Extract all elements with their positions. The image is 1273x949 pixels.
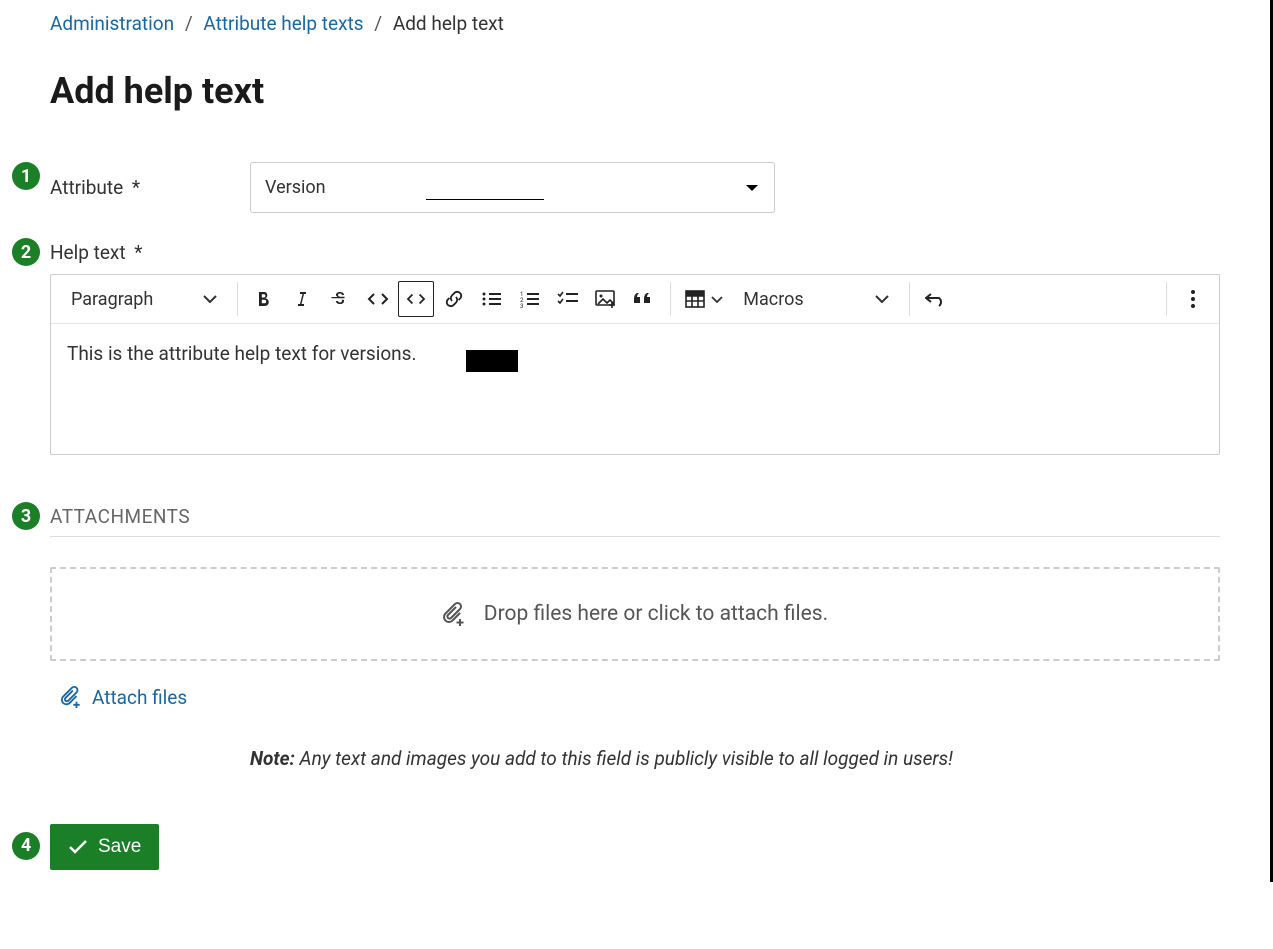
attribute-select-wrapper: Version — [250, 162, 775, 213]
svg-text:3: 3 — [520, 303, 523, 308]
editor-toolbar: Paragraph 123 — [51, 275, 1219, 324]
breadcrumb-separator: / — [185, 12, 193, 35]
inline-code-button[interactable] — [360, 281, 396, 317]
attach-files-link[interactable]: Attach files — [50, 679, 197, 715]
bold-button[interactable] — [246, 281, 282, 317]
attach-files-label: Attach files — [92, 686, 187, 709]
redacted-block — [466, 350, 518, 372]
attribute-select[interactable]: Version — [250, 162, 775, 213]
task-list-button[interactable] — [550, 281, 586, 317]
editor-content-area[interactable]: This is the attribute help text for vers… — [51, 324, 1219, 454]
page-title: Add help text — [50, 70, 1220, 112]
macros-label: Macros — [743, 289, 803, 310]
strikethrough-icon — [330, 290, 350, 308]
required-mark: * — [132, 176, 140, 199]
code-block-icon — [406, 291, 426, 307]
attachment-dropzone[interactable]: Drop files here or click to attach files… — [50, 567, 1220, 661]
quote-icon — [634, 291, 654, 307]
save-button[interactable]: Save — [50, 824, 159, 870]
attachments-section: 3 ATTACHMENTS Drop files here or click t… — [50, 505, 1220, 715]
chevron-down-icon — [745, 183, 759, 193]
toolbar-divider — [1166, 282, 1167, 316]
step-badge-4: 4 — [12, 832, 40, 860]
attribute-label: Attribute * — [50, 176, 250, 199]
breadcrumb-link-administration[interactable]: Administration — [50, 12, 174, 35]
undo-button[interactable] — [918, 281, 954, 317]
breadcrumb-link-attribute-help-texts[interactable]: Attribute help texts — [203, 12, 363, 35]
blockquote-button[interactable] — [626, 281, 662, 317]
toolbar-divider — [909, 282, 910, 316]
numbered-list-button[interactable]: 123 — [512, 281, 548, 317]
dropzone-text: Drop files here or click to attach files… — [484, 602, 828, 626]
paperclip-icon — [442, 601, 466, 627]
step-badge-3: 3 — [12, 502, 40, 530]
italic-icon — [293, 290, 311, 308]
more-vertical-icon — [1190, 289, 1196, 309]
helptext-label-row: 2 Help text * — [50, 241, 1220, 264]
macros-select[interactable]: Macros — [731, 283, 901, 316]
note-label: Note: — [250, 747, 295, 770]
chevron-down-icon — [711, 296, 723, 303]
attribute-select-value: Version — [265, 177, 326, 198]
bullet-list-icon — [481, 290, 503, 308]
code-icon — [367, 290, 389, 308]
attribute-row: 1 Attribute * Version — [50, 162, 1220, 213]
breadcrumb-separator: / — [374, 12, 382, 35]
save-button-label: Save — [98, 836, 141, 858]
save-row: 4 Save — [50, 824, 1220, 870]
visibility-note: Note: Any text and images you add to thi… — [250, 745, 980, 774]
code-block-button[interactable] — [398, 281, 434, 317]
chevron-down-icon — [875, 295, 889, 303]
step-badge-1: 1 — [12, 162, 40, 190]
attachments-header: ATTACHMENTS — [50, 505, 1220, 537]
select-underline — [426, 199, 544, 200]
note-text: Any text and images you add to this fiel… — [295, 747, 953, 770]
breadcrumb: Administration / Attribute help texts / … — [50, 12, 1220, 35]
numbered-list-icon: 123 — [519, 290, 541, 308]
image-icon — [595, 290, 617, 308]
bold-icon — [255, 290, 273, 308]
chevron-down-icon — [203, 295, 217, 303]
paperclip-icon — [60, 685, 82, 709]
breadcrumb-current: Add help text — [393, 12, 504, 35]
check-icon — [68, 839, 88, 855]
table-icon — [685, 290, 705, 308]
block-style-select[interactable]: Paragraph — [59, 283, 229, 316]
required-mark: * — [134, 241, 142, 264]
undo-icon — [925, 291, 947, 307]
block-style-value: Paragraph — [71, 289, 153, 310]
checklist-icon — [557, 290, 579, 308]
toolbar-divider — [670, 282, 671, 316]
editor-text: This is the attribute help text for vers… — [67, 342, 416, 365]
step-badge-2: 2 — [12, 238, 40, 266]
link-button[interactable] — [436, 281, 472, 317]
toolbar-divider — [237, 282, 238, 316]
italic-button[interactable] — [284, 281, 320, 317]
bullet-list-button[interactable] — [474, 281, 510, 317]
strikethrough-button[interactable] — [322, 281, 358, 317]
table-button[interactable] — [679, 281, 729, 317]
link-icon — [444, 289, 464, 309]
rich-text-editor: Paragraph 123 — [50, 274, 1220, 455]
image-button[interactable] — [588, 281, 624, 317]
helptext-label: Help text * — [50, 241, 142, 264]
more-button[interactable] — [1175, 281, 1211, 317]
